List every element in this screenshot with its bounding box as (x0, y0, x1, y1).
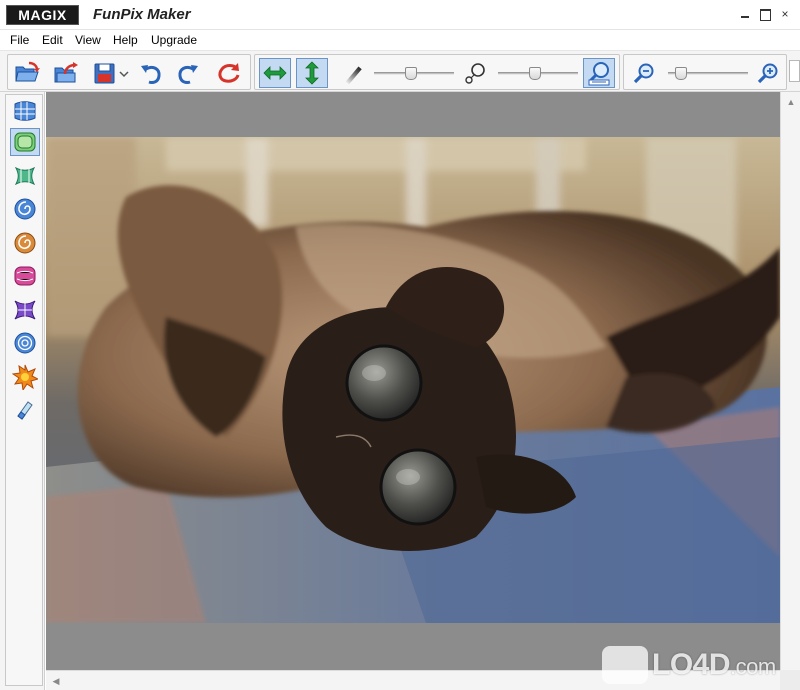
twirl-effect-icon[interactable] (10, 229, 40, 257)
swirl-effect-icon[interactable] (10, 195, 40, 223)
explode-effect-icon[interactable] (10, 363, 40, 391)
zoom-thumb[interactable] (675, 67, 687, 80)
export-icon[interactable] (52, 59, 80, 87)
image-canvas[interactable] (46, 92, 780, 670)
open-folder-icon[interactable] (13, 59, 41, 87)
maximize-icon[interactable] (758, 7, 772, 21)
file-tools-group (7, 54, 251, 90)
pinch-effect-icon[interactable] (10, 162, 40, 190)
squeeze-effect-icon[interactable] (10, 296, 40, 324)
vertical-scrollbar[interactable]: ▲ (780, 92, 800, 670)
effects-list (5, 94, 43, 686)
bulge-effect-icon[interactable] (10, 128, 40, 156)
zoom-in-icon[interactable] (754, 59, 782, 87)
vertical-arrows-icon[interactable] (296, 58, 328, 88)
warp-tools-group (254, 54, 620, 90)
scroll-up-icon[interactable]: ▲ (783, 94, 799, 110)
menu-help[interactable]: Help (111, 32, 140, 48)
eraser-icon[interactable] (10, 395, 40, 423)
lo4d-logo-icon (602, 646, 648, 684)
menu-view[interactable]: View (73, 32, 103, 48)
ripple-effect-icon[interactable] (10, 329, 40, 357)
scroll-left-icon[interactable]: ◀ (48, 673, 64, 689)
lo4d-watermark: LO4D.com (600, 642, 796, 688)
menu-edit[interactable]: Edit (40, 32, 65, 48)
reset-icon[interactable] (215, 59, 243, 87)
undo-icon[interactable] (137, 59, 165, 87)
title-bar: MAGIX FunPix Maker × (0, 0, 800, 30)
brush-softness-icon (339, 59, 367, 87)
save-icon[interactable] (92, 59, 130, 87)
effects-panel (0, 92, 45, 690)
menu-file[interactable]: File (8, 32, 31, 48)
app-title: FunPix Maker (93, 6, 191, 23)
brush-size-thumb[interactable] (405, 67, 417, 80)
photo-image[interactable] (46, 137, 780, 623)
brush-size-icon (461, 59, 489, 87)
zoom-tool-icon[interactable] (583, 58, 615, 88)
redo-icon[interactable] (174, 59, 202, 87)
horizontal-arrows-icon[interactable] (259, 58, 291, 88)
intensity-thumb[interactable] (529, 67, 541, 80)
menu-bar: File Edit View Help Upgrade (0, 30, 800, 50)
magix-logo: MAGIX (6, 5, 79, 25)
close-icon[interactable]: × (778, 7, 792, 21)
zoom-group (623, 54, 787, 90)
brush-size-slider[interactable] (374, 67, 454, 80)
zoom-slider[interactable] (668, 67, 748, 80)
intensity-slider[interactable] (498, 67, 578, 80)
toolbar-overflow-button[interactable] (789, 60, 800, 82)
minimize-icon[interactable] (738, 7, 752, 21)
watermark-text: LO4D.com (652, 648, 776, 681)
toolbar (0, 50, 800, 92)
grid-distort-icon[interactable] (10, 97, 40, 125)
zoom-out-icon[interactable] (630, 59, 658, 87)
menu-upgrade[interactable]: Upgrade (149, 32, 199, 48)
pillow-effect-icon[interactable] (10, 262, 40, 290)
